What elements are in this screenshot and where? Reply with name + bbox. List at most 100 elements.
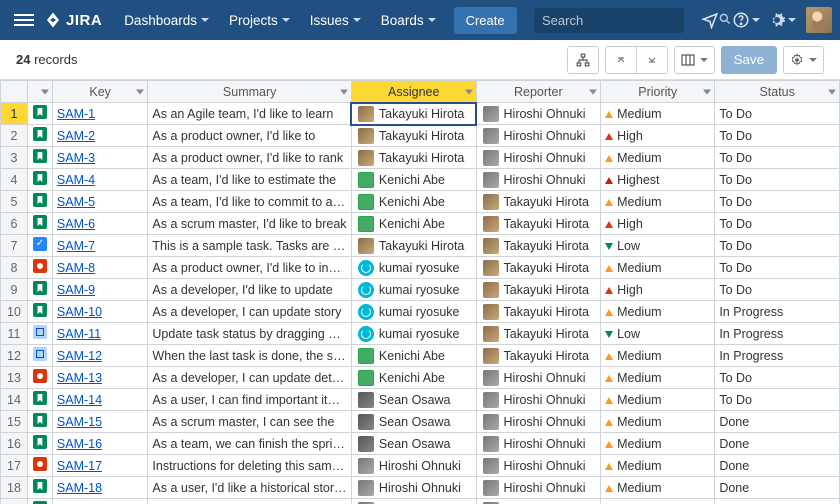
reporter-cell[interactable]: Hiroshi Ohnuki [476, 103, 601, 125]
assignee-cell[interactable]: Sean Osawa [351, 411, 476, 433]
table-row[interactable]: 15 SAM-15 As a scrum master, I can see the… [1, 411, 840, 433]
key-cell[interactable]: SAM-15 [52, 411, 148, 433]
header-summary[interactable]: Summary [148, 81, 352, 103]
header-priority[interactable]: Priority [601, 81, 715, 103]
priority-cell[interactable]: Low [601, 323, 715, 345]
issue-type-cell[interactable] [27, 455, 52, 477]
header-status[interactable]: Status [715, 81, 840, 103]
priority-cell[interactable]: Medium [601, 389, 715, 411]
data-grid[interactable]: Key Summary Assignee Reporter Priority S… [0, 80, 840, 504]
assignee-cell[interactable]: Hiroshi Ohnuki [351, 455, 476, 477]
reporter-cell[interactable]: Hiroshi Ohnuki [476, 433, 601, 455]
status-cell[interactable]: To Do [715, 257, 840, 279]
status-cell[interactable]: To Do [715, 235, 840, 257]
nav-boards[interactable]: Boards [373, 0, 444, 40]
issue-key-link[interactable]: SAM-15 [57, 415, 102, 429]
row-number[interactable]: 12 [1, 345, 28, 367]
header-rownum[interactable] [1, 81, 28, 103]
priority-cell[interactable]: Medium [601, 411, 715, 433]
summary-cell[interactable]: As a developer, I'd like to update [148, 279, 352, 301]
key-cell[interactable]: SAM-10 [52, 301, 148, 323]
table-row[interactable]: 10SAM-10As a developer, I can update sto… [1, 301, 840, 323]
issue-type-cell[interactable] [27, 235, 52, 257]
row-number[interactable]: 13 [1, 367, 28, 389]
status-cell[interactable]: Done [715, 411, 840, 433]
issue-key-link[interactable]: SAM-9 [57, 283, 95, 297]
reporter-cell[interactable]: Takayuki Hirota [476, 323, 601, 345]
row-number[interactable]: 15 [1, 411, 28, 433]
key-cell[interactable]: SAM-3 [52, 147, 148, 169]
issue-type-cell[interactable] [27, 169, 52, 191]
row-number[interactable]: 11 [1, 323, 28, 345]
issue-key-link[interactable]: SAM-2 [57, 129, 95, 143]
row-number[interactable]: 6 [1, 213, 28, 235]
key-cell[interactable]: SAM-19 [52, 499, 148, 504]
row-number[interactable]: 19 [1, 499, 28, 504]
issue-type-cell[interactable] [27, 411, 52, 433]
summary-cell[interactable]: As a team, we can finish the sprint by [148, 433, 352, 455]
status-cell[interactable]: In Progress [715, 323, 840, 345]
issue-key-link[interactable]: SAM-5 [57, 195, 95, 209]
summary-cell[interactable]: This is a sample task. Tasks are used [148, 235, 352, 257]
assignee-cell[interactable]: Hiroshi Ohnuki [351, 477, 476, 499]
key-cell[interactable]: SAM-17 [52, 455, 148, 477]
issue-type-cell[interactable] [27, 389, 52, 411]
issue-type-cell[interactable] [27, 103, 52, 125]
status-cell[interactable]: To Do [715, 213, 840, 235]
key-cell[interactable]: SAM-5 [52, 191, 148, 213]
row-number[interactable]: 10 [1, 301, 28, 323]
table-row[interactable]: 11SAM-11Update task status by dragging a… [1, 323, 840, 345]
assignee-cell[interactable]: kumai ryosuke [351, 323, 476, 345]
key-cell[interactable]: SAM-9 [52, 279, 148, 301]
key-cell[interactable]: SAM-13 [52, 367, 148, 389]
priority-cell[interactable]: Medium [601, 477, 715, 499]
issue-type-cell[interactable] [27, 279, 52, 301]
issue-key-link[interactable]: SAM-6 [57, 217, 95, 231]
status-cell[interactable]: To Do [715, 147, 840, 169]
reporter-cell[interactable]: Takayuki Hirota [476, 301, 601, 323]
issue-key-link[interactable]: SAM-4 [57, 173, 95, 187]
reporter-cell[interactable]: Hiroshi Ohnuki [476, 367, 601, 389]
issue-key-link[interactable]: SAM-11 [57, 327, 101, 341]
key-cell[interactable]: SAM-14 [52, 389, 148, 411]
reporter-cell[interactable]: Takayuki Hirota [476, 345, 601, 367]
summary-cell[interactable]: As a scrum master, I can see the [148, 411, 352, 433]
table-row[interactable]: 3SAM-3As a product owner, I'd like to ra… [1, 147, 840, 169]
row-number[interactable]: 5 [1, 191, 28, 213]
table-row[interactable]: 2SAM-2As a product owner, I'd like toTak… [1, 125, 840, 147]
table-row[interactable]: 19SAM-19As a user, I'd like a historical… [1, 499, 840, 504]
table-row[interactable]: 4 SAM-4 As a team, I'd like to estimate th… [1, 169, 840, 191]
reporter-cell[interactable]: Hiroshi Ohnuki [476, 411, 601, 433]
key-cell[interactable]: SAM-7 [52, 235, 148, 257]
assignee-cell[interactable]: Kenichi Abe [351, 345, 476, 367]
settings-icon[interactable] [766, 4, 798, 36]
header-reporter[interactable]: Reporter [476, 81, 601, 103]
row-number[interactable]: 7 [1, 235, 28, 257]
priority-cell[interactable]: Low [601, 235, 715, 257]
summary-cell[interactable]: As a product owner, I'd like to [148, 125, 352, 147]
priority-cell[interactable]: Medium [601, 367, 715, 389]
summary-cell[interactable]: Instructions for deleting this sample [148, 455, 352, 477]
reporter-cell[interactable]: Takayuki Hirota [476, 235, 601, 257]
priority-cell[interactable]: Highest [601, 169, 715, 191]
issue-type-cell[interactable] [27, 301, 52, 323]
table-row[interactable]: 1SAM-1As an Agile team, I'd like to lear… [1, 103, 840, 125]
row-number[interactable]: 17 [1, 455, 28, 477]
row-number[interactable]: 2 [1, 125, 28, 147]
row-number[interactable]: 4 [1, 169, 28, 191]
table-row[interactable]: 18SAM-18As a user, I'd like a historical… [1, 477, 840, 499]
table-row[interactable]: 17 SAM-17Instructions for deleting this s… [1, 455, 840, 477]
grid-settings-button[interactable] [783, 46, 824, 74]
issue-key-link[interactable]: SAM-10 [57, 305, 102, 319]
key-cell[interactable]: SAM-2 [52, 125, 148, 147]
nav-projects[interactable]: Projects [221, 0, 298, 40]
row-number[interactable]: 8 [1, 257, 28, 279]
status-cell[interactable]: Done [715, 477, 840, 499]
reporter-cell[interactable]: Takayuki Hirota [476, 279, 601, 301]
issue-key-link[interactable]: SAM-18 [57, 481, 102, 495]
status-cell[interactable]: To Do [715, 389, 840, 411]
summary-cell[interactable]: As a team, I'd like to estimate the [148, 169, 352, 191]
table-row[interactable]: 8SAM-8As a product owner, I'd like to in… [1, 257, 840, 279]
priority-cell[interactable]: Medium [601, 191, 715, 213]
collapse-all-button[interactable] [605, 46, 637, 74]
